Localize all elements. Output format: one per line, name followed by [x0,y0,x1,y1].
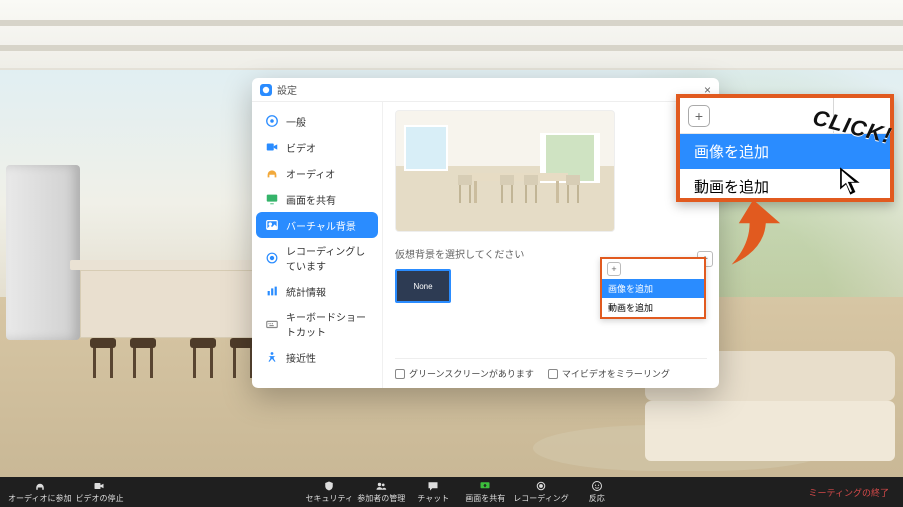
modal-title: 設定 [277,82,704,97]
checkbox-label: マイビデオをミラーリング [562,367,670,380]
nav-label: バーチャル背景 [286,218,356,233]
video-preview [395,110,615,232]
smile-icon [591,480,603,492]
accessibility-icon [264,349,280,365]
nav-audio[interactable]: オーディオ [256,160,378,186]
toolbar-label: レコーディング [513,493,568,504]
headphone-icon [264,165,280,181]
nav-share[interactable]: 画面を共有 [256,186,378,212]
toolbar-label: セキュリティ [306,493,354,504]
share-screen-icon [479,480,491,492]
camera-icon [93,480,105,492]
share-screen-icon [264,191,280,207]
chat-icon [427,480,439,492]
toolbar-label: 参加者の管理 [357,493,405,504]
bg-none-label: None [413,282,432,291]
settings-gear-icon [264,113,280,129]
nav-label: 接近性 [286,350,316,365]
camera-icon [264,139,280,155]
keyboard-icon [264,316,280,332]
headphone-icon [34,480,46,492]
participants-button[interactable]: 参加者の管理 [357,480,405,504]
content-footer: グリーンスクリーンがあります マイビデオをミラーリング [395,358,707,380]
nav-virtual-background[interactable]: バーチャル背景 [256,212,378,238]
stats-icon [264,283,280,299]
nav-label: レコーディングしています [286,243,370,273]
add-video-menuitem-small[interactable]: 動画を追加 [602,298,704,317]
security-button[interactable]: セキュリティ [305,480,353,504]
checkbox-icon [548,369,558,379]
nav-shortcut[interactable]: キーボードショートカット [256,304,378,344]
toolbar-label: 反応 [589,493,605,504]
background-none[interactable]: None [395,269,451,303]
annotation-small-popover: + 画像を追加 動画を追加 [600,257,706,319]
settings-content: 仮想背景を選択してください None + グリーンスクリーンがあります マイビデ… [382,102,719,388]
virtual-bg-icon [264,217,280,233]
shield-icon [323,480,335,492]
callout-arrow-icon [719,198,791,270]
add-image-menuitem-small[interactable]: 画像を追加 [602,279,704,298]
modal-header: 設定 × [252,78,719,102]
participants-icon [375,480,387,492]
checkbox-icon [395,369,405,379]
stop-video-button[interactable]: ビデオの停止 [75,480,123,504]
nav-general[interactable]: 一般 [256,108,378,134]
nav-label: 画面を共有 [286,192,336,207]
nav-label: ビデオ [286,140,316,155]
nav-label: キーボードショートカット [286,309,370,339]
toolbar-label: オーディオに参加 [8,493,71,504]
toolbar-label: ビデオの停止 [75,493,123,504]
reactions-button[interactable]: 反応 [573,480,621,504]
mirror-checkbox[interactable]: マイビデオをミラーリング [548,367,670,380]
app-icon [260,84,272,96]
nav-label: 一般 [286,114,306,129]
nav-label: 統計情報 [286,284,326,299]
add-background-button-large[interactable]: + [688,105,710,127]
nav-label: オーディオ [286,166,335,181]
toolbar-label: 画面を共有 [465,493,505,504]
toolbar-label: チャット [417,493,449,504]
record-icon [264,250,280,266]
cursor-icon [835,164,869,198]
nav-recording[interactable]: レコーディングしています [256,238,378,278]
record-icon [535,480,547,492]
checkbox-label: グリーンスクリーンがあります [409,367,534,380]
chat-button[interactable]: チャット [409,480,457,504]
nav-accessibility[interactable]: 接近性 [256,344,378,370]
end-meeting-button[interactable]: ミーティングの終了 [803,486,895,499]
share-screen-button[interactable]: 画面を共有 [461,480,509,504]
record-button[interactable]: レコーディング [513,480,568,504]
greenscreen-checkbox[interactable]: グリーンスクリーンがあります [395,367,534,380]
settings-nav: 一般 ビデオ オーディオ 画面を共有 バーチャル背景 レコーディングしています [252,102,382,388]
join-audio-button[interactable]: オーディオに参加 [8,480,71,504]
nav-video[interactable]: ビデオ [256,134,378,160]
settings-modal: 設定 × 一般 ビデオ オーディオ 画面を共有 バーチャル背景 [252,78,719,388]
meeting-toolbar: オーディオに参加 ビデオの停止 セキュリティ 参加者の管理 チャット 画面を共有… [0,477,903,507]
add-background-button-small[interactable]: + [607,262,621,276]
nav-stats[interactable]: 統計情報 [256,278,378,304]
